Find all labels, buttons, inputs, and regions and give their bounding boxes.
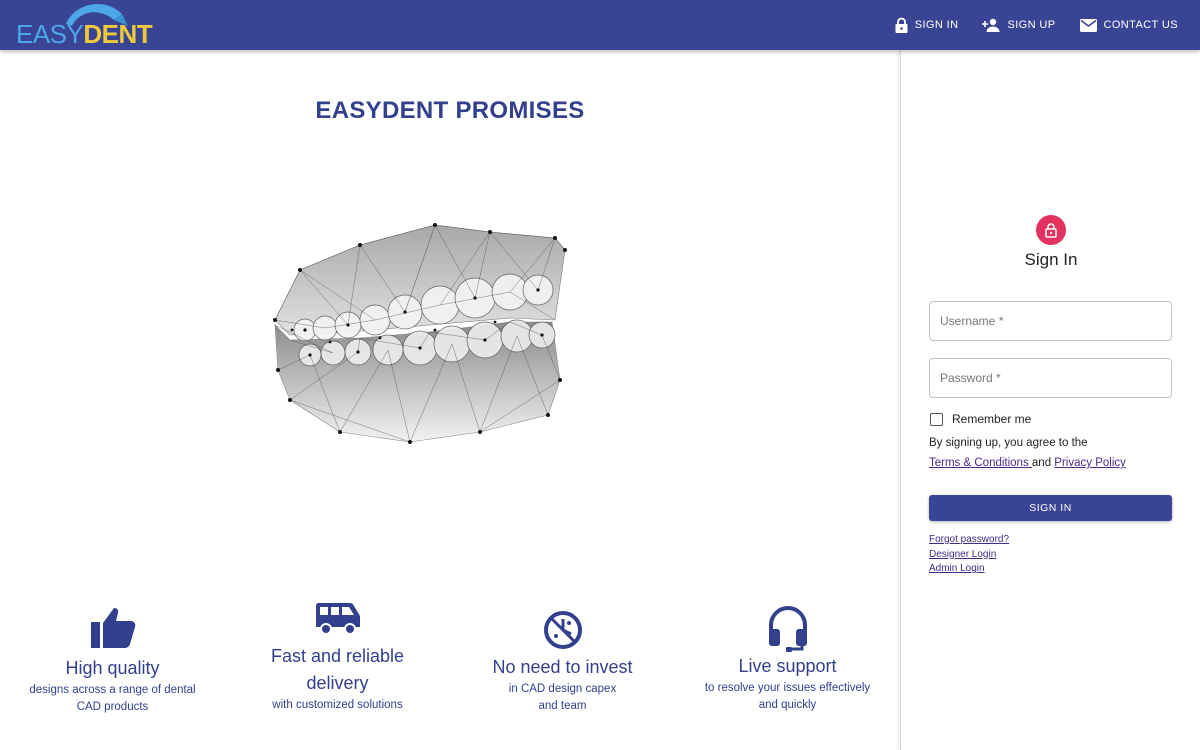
feature-live-support-title: Live support <box>738 656 837 676</box>
feature-delivery: Fast and reliable delivery with customiz… <box>225 602 450 714</box>
remember-me-checkbox[interactable] <box>930 412 943 426</box>
nav-contact-us-label: CONTACT US <box>1103 19 1178 31</box>
feature-no-invest-sub-2: and team <box>538 700 587 712</box>
easydent-logo[interactable]: EASYDENT <box>14 0 154 50</box>
nav-sign-in[interactable]: SIGN IN <box>895 17 959 33</box>
promises-title: EASYDENT PROMISES <box>315 97 585 124</box>
designer-login-link[interactable]: Designer Login <box>929 548 1009 563</box>
feature-live-support: Live support to resolve your issues effe… <box>675 605 900 714</box>
nav-sign-in-label: SIGN IN <box>914 19 959 31</box>
logo-easy-text: EASY <box>16 19 84 49</box>
lock-outline-icon <box>1045 222 1057 238</box>
logo-dent-text: DENT <box>83 19 153 49</box>
username-field[interactable] <box>929 301 1172 341</box>
password-field[interactable] <box>929 358 1172 398</box>
password-input[interactable] <box>930 359 1171 397</box>
remember-me[interactable]: Remember me <box>930 412 1031 426</box>
feature-high-quality-sub-1: designs across a range of dental <box>29 684 196 696</box>
terms-notice: By signing up, you agree to the <box>929 437 1088 449</box>
feature-no-invest: No need to invest in CAD design capex an… <box>450 609 675 715</box>
terms-and-text: and <box>1031 457 1052 469</box>
username-input[interactable] <box>930 302 1171 340</box>
dental-mesh-illustration <box>273 223 567 444</box>
forgot-password-link[interactable]: Forgot password? <box>929 533 1009 548</box>
van-icon <box>315 603 360 635</box>
feature-live-support-sub-2: and quickly <box>758 699 817 711</box>
remember-me-label: Remember me <box>952 412 1032 426</box>
feature-delivery-sub-1: with customized solutions <box>272 699 403 711</box>
nav-sign-up[interactable]: SIGN UP <box>982 18 1055 32</box>
feature-no-invest-title: No need to invest <box>492 657 633 677</box>
terms-links: Terms & Conditions and Privacy Policy <box>929 457 1126 469</box>
feature-live-support-sub-1: to resolve your issues effectively <box>704 682 871 694</box>
feature-delivery-title-2: delivery <box>306 673 369 693</box>
mail-icon <box>1079 18 1097 32</box>
headset-icon <box>768 606 807 652</box>
sign-in-panel: Sign In Remember me By signing up, you a… <box>900 50 1200 750</box>
feature-high-quality-title: High quality <box>65 658 160 678</box>
terms-conditions-link[interactable]: Terms & Conditions <box>929 457 1032 469</box>
promises-section: EASYDENT PROMISES High quality designs a… <box>0 50 900 750</box>
nav-sign-up-label: SIGN UP <box>1007 19 1056 31</box>
top-app-bar: EASYDENT SIGN IN SIGN UP CONTACT US <box>0 0 1200 50</box>
sign-in-button[interactable]: SIGN IN <box>929 495 1172 521</box>
sign-in-title: Sign In <box>1024 250 1078 269</box>
feature-high-quality-sub-2: CAD products <box>76 701 149 713</box>
feature-delivery-title-1: Fast and reliable <box>270 646 405 666</box>
features-row: High quality designs across a range of d… <box>0 600 900 750</box>
no-invest-icon <box>543 611 582 649</box>
feature-high-quality: High quality designs across a range of d… <box>0 605 225 716</box>
person-add-icon <box>982 18 1000 32</box>
top-nav: SIGN IN SIGN UP CONTACT US <box>871 0 1200 50</box>
feature-no-invest-sub-1: in CAD design capex <box>508 683 617 695</box>
logo-wordmark: EASYDENT <box>16 19 153 49</box>
privacy-policy-link[interactable]: Privacy Policy <box>1054 457 1126 469</box>
lock-badge <box>1036 215 1066 245</box>
lock-icon <box>895 17 908 33</box>
nav-contact-us[interactable]: CONTACT US <box>1079 18 1179 32</box>
thumbs-up-icon <box>90 608 135 648</box>
admin-login-link[interactable]: Admin Login <box>929 562 1009 577</box>
auxiliary-links: Forgot password? Designer Login Admin Lo… <box>929 533 1009 577</box>
